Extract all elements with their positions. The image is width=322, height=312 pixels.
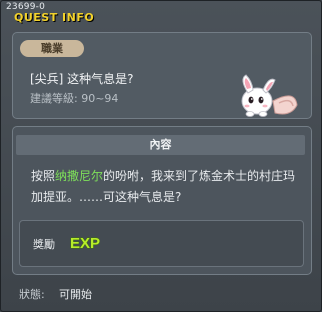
npc-creature-icon — [241, 74, 298, 117]
status-value: 可開始 — [59, 288, 92, 301]
quest-description: 按照纳撒尼尔的吩咐，我来到了炼金术士的村庄玛加提亚。……可这种气息是? — [31, 166, 301, 208]
window-title: QUEST INFO — [14, 11, 95, 24]
exp-text: EXP — [70, 235, 100, 252]
exp-icon[interactable]: EXP — [69, 231, 109, 253]
job-panel: 職業 [尖兵] 这种气息是? 建議等級: 90~94 — [12, 32, 312, 119]
quest-info-window: 23699-0 QUEST INFO 職業 [尖兵] 这种气息是? 建議等級: … — [0, 0, 322, 312]
quest-name: [尖兵] 这种气息是? — [30, 72, 134, 86]
title-bar[interactable]: 23699-0 QUEST INFO — [2, 2, 320, 24]
npc-name-link[interactable]: 纳撒尼尔 — [55, 169, 103, 183]
content-panel: 內容 按照纳撒尼尔的吩咐，我来到了炼金术士的村庄玛加提亚。……可这种气息是? 獎… — [12, 126, 312, 275]
status-label: 狀態: — [19, 288, 45, 301]
required-level: 建議等級: 90~94 — [30, 92, 119, 105]
reward-box: 獎勵 EXP — [19, 220, 304, 267]
description-text-before: 按照 — [31, 169, 56, 183]
content-header: 內容 — [16, 135, 305, 155]
reward-label: 獎勵 — [33, 238, 55, 251]
job-badge: 職業 — [20, 40, 84, 57]
